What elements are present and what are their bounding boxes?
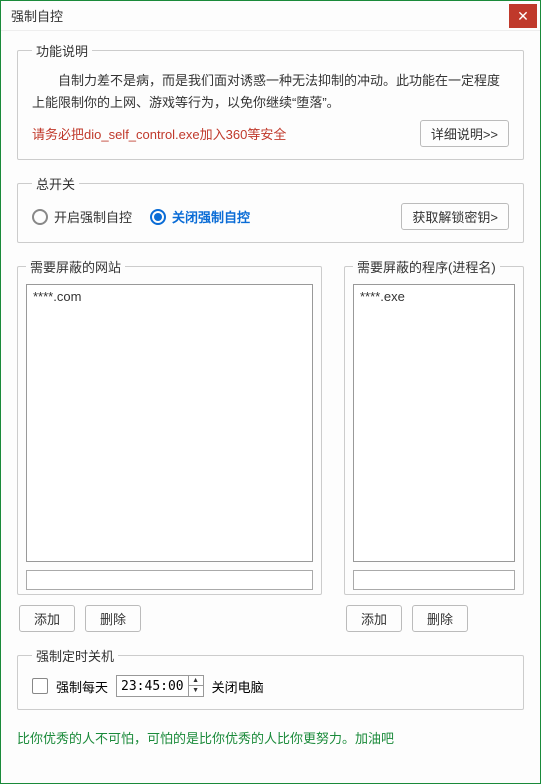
detail-button[interactable]: 详细说明>> — [420, 120, 509, 147]
sites-add-button[interactable]: 添加 — [19, 605, 75, 632]
sites-list[interactable]: ****.com — [26, 284, 313, 562]
shutdown-legend: 强制定时关机 — [32, 646, 118, 665]
titlebar[interactable]: 强制自控 ✕ — [1, 1, 540, 31]
sites-input[interactable] — [26, 570, 313, 590]
window-title: 强制自控 — [11, 6, 63, 25]
radio-enable[interactable]: 开启强制自控 — [32, 207, 132, 226]
sites-group: 需要屏蔽的网站 ****.com — [17, 257, 322, 595]
shutdown-group: 强制定时关机 强制每天 23:45:00 ▲ ▼ 关闭电脑 — [17, 646, 524, 710]
chevron-up-icon[interactable]: ▲ — [189, 676, 203, 686]
procs-group: 需要屏蔽的程序(进程名) ****.exe — [344, 257, 524, 595]
sites-buttons: 添加 删除 — [17, 605, 322, 632]
shutdown-prefix: 强制每天 — [56, 677, 108, 696]
shutdown-suffix: 关闭电脑 — [212, 677, 264, 696]
window-frame: 强制自控 ✕ 功能说明 自制力差不是病，而是我们面对诱惑一种无法抑制的冲动。此功… — [0, 0, 541, 784]
close-icon: ✕ — [517, 9, 529, 23]
list-item[interactable]: ****.exe — [360, 289, 508, 304]
procs-input[interactable] — [353, 570, 515, 590]
radio-icon — [32, 209, 48, 225]
master-switch-group: 总开关 开启强制自控 关闭强制自控 获取解锁密钥> — [17, 174, 524, 243]
list-item[interactable]: ****.com — [33, 289, 306, 304]
unlock-key-button[interactable]: 获取解锁密钥> — [401, 203, 509, 230]
shutdown-time-value[interactable]: 23:45:00 — [117, 679, 188, 694]
warning-row: 请务必把dio_self_control.exe加入360等安全 详细说明>> — [32, 120, 509, 147]
procs-column: 需要屏蔽的程序(进程名) ****.exe 添加 删除 — [344, 257, 524, 632]
procs-buttons: 添加 删除 — [344, 605, 524, 632]
radio-disable-label: 关闭强制自控 — [172, 207, 250, 226]
sites-delete-button[interactable]: 删除 — [85, 605, 141, 632]
shutdown-time-spinner[interactable]: 23:45:00 ▲ ▼ — [116, 675, 204, 697]
shutdown-row: 强制每天 23:45:00 ▲ ▼ 关闭电脑 — [32, 675, 509, 697]
sites-column: 需要屏蔽的网站 ****.com 添加 删除 — [17, 257, 322, 632]
radio-icon — [150, 209, 166, 225]
radio-disable[interactable]: 关闭强制自控 — [150, 207, 250, 226]
procs-legend: 需要屏蔽的程序(进程名) — [353, 257, 500, 276]
sites-legend: 需要屏蔽的网站 — [26, 257, 125, 276]
procs-add-button[interactable]: 添加 — [346, 605, 402, 632]
description-legend: 功能说明 — [32, 41, 92, 60]
footer-quote: 比你优秀的人不可怕，可怕的是比你优秀的人比你更努力。加油吧 — [1, 724, 540, 747]
warning-text: 请务必把dio_self_control.exe加入360等安全 — [32, 124, 420, 143]
lists-row: 需要屏蔽的网站 ****.com 添加 删除 需要屏蔽的程序(进程名) ****… — [17, 257, 524, 632]
procs-list[interactable]: ****.exe — [353, 284, 515, 562]
procs-delete-button[interactable]: 删除 — [412, 605, 468, 632]
radio-enable-label: 开启强制自控 — [54, 207, 132, 226]
master-row: 开启强制自控 关闭强制自控 获取解锁密钥> — [32, 203, 509, 230]
shutdown-checkbox[interactable] — [32, 678, 48, 694]
spinner-arrows: ▲ ▼ — [188, 676, 203, 696]
description-group: 功能说明 自制力差不是病，而是我们面对诱惑一种无法抑制的冲动。此功能在一定程度上… — [17, 41, 524, 160]
close-button[interactable]: ✕ — [509, 4, 537, 28]
content-area: 功能说明 自制力差不是病，而是我们面对诱惑一种无法抑制的冲动。此功能在一定程度上… — [1, 31, 540, 710]
master-legend: 总开关 — [32, 174, 79, 193]
description-text: 自制力差不是病，而是我们面对诱惑一种无法抑制的冲动。此功能在一定程度上能限制你的… — [32, 70, 509, 114]
chevron-down-icon[interactable]: ▼ — [189, 686, 203, 696]
